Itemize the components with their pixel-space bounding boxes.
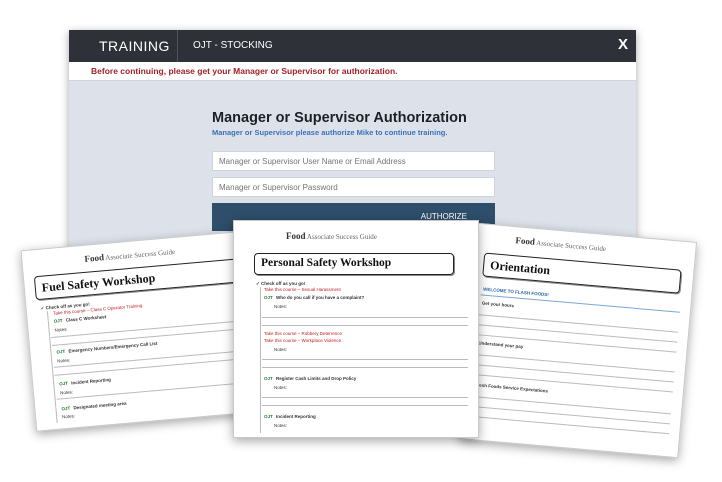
- rule: [470, 405, 671, 425]
- row-label: Get your hours: [481, 300, 515, 309]
- doc-title: Orientation: [482, 252, 682, 294]
- row-label: Understand your pay: [478, 340, 524, 350]
- personal-safety-document: Food Associate Success Guide Personal Sa…: [233, 220, 479, 438]
- notes-label: Notes:: [59, 389, 74, 396]
- username-input[interactable]: [212, 151, 495, 171]
- doc-logo: Food Associate Success Guide: [286, 231, 377, 241]
- notes-label: Notes:: [274, 304, 288, 309]
- ojt-label: OJT: [56, 348, 66, 355]
- orientation-document: Food Associate Success Guide Orientation…: [458, 222, 698, 459]
- rule: [477, 324, 678, 343]
- notes-label: Notes:: [274, 347, 288, 352]
- row-label: Incident Reporting: [276, 414, 316, 419]
- rule: [471, 395, 672, 415]
- doc-title: Fuel Safety Workshop: [33, 258, 241, 301]
- header-divider: [177, 30, 178, 62]
- close-icon[interactable]: X: [618, 36, 628, 53]
- doc-logo: Food Associate Success Guide: [84, 247, 176, 264]
- authorization-form: Manager or Supervisor Authorization Mana…: [212, 110, 495, 231]
- rule: [262, 325, 468, 326]
- rule: [53, 349, 250, 368]
- ojt-label: OJT: [264, 295, 273, 300]
- rule: [469, 415, 670, 435]
- rule: [262, 367, 468, 368]
- ojt-label: OJT: [53, 317, 63, 324]
- doc-title: Personal Safety Workshop: [254, 253, 454, 275]
- notes-label: Notes:: [274, 423, 288, 428]
- rule: [51, 319, 247, 339]
- rule: [478, 314, 679, 333]
- notes-label: Notes:: [274, 385, 288, 390]
- rule: [262, 397, 468, 398]
- auth-subtitle: Manager or Supervisor please authorize M…: [212, 128, 448, 137]
- notes-label: Notes:: [54, 326, 68, 333]
- row-label: Register Cash Limits and Drop Policy: [276, 376, 357, 381]
- fuel-safety-document: Food Associate Success Guide Fuel Safety…: [20, 230, 266, 432]
- breadcrumb[interactable]: OJT - STOCKING: [193, 40, 273, 51]
- ojt-label: OJT: [59, 380, 69, 387]
- password-input[interactable]: [212, 177, 495, 197]
- rule: [474, 364, 674, 383]
- app-header: TRAINING OJT - STOCKING X: [69, 30, 636, 62]
- rule: [56, 381, 252, 400]
- doc-logo: Food Associate Success Guide: [515, 235, 607, 254]
- rule: [262, 359, 468, 360]
- doc-vline: [260, 287, 261, 433]
- course-line: Take this course – Sexual Harassment: [264, 287, 341, 292]
- notes-label: Notes:: [57, 357, 71, 364]
- authorization-warning: Before continuing, please get your Manag…: [69, 62, 636, 81]
- course-line: Take this course – Robbery Deterrence: [264, 331, 343, 336]
- ojt-label: OJT: [264, 376, 273, 381]
- row-label: Who do you call if you have a complaint?: [276, 295, 365, 300]
- rule: [475, 354, 675, 373]
- row-label: Designated meeting area: [73, 400, 127, 411]
- row-label: Incident Reporting: [71, 376, 112, 386]
- rule: [54, 357, 250, 376]
- auth-title: Manager or Supervisor Authorization: [212, 110, 467, 126]
- row-label: Class C Worksheet: [65, 314, 107, 323]
- notes-label: Notes:: [61, 413, 76, 420]
- app-brand: TRAINING: [99, 38, 170, 54]
- row-label: Fresh Foods Service Expectations: [474, 382, 549, 394]
- ojt-label: OJT: [264, 414, 273, 419]
- rule: [262, 317, 468, 318]
- course-line: Take this course – Workplace Violence: [264, 338, 342, 343]
- rule: [262, 405, 468, 406]
- ojt-label: OJT: [61, 405, 71, 412]
